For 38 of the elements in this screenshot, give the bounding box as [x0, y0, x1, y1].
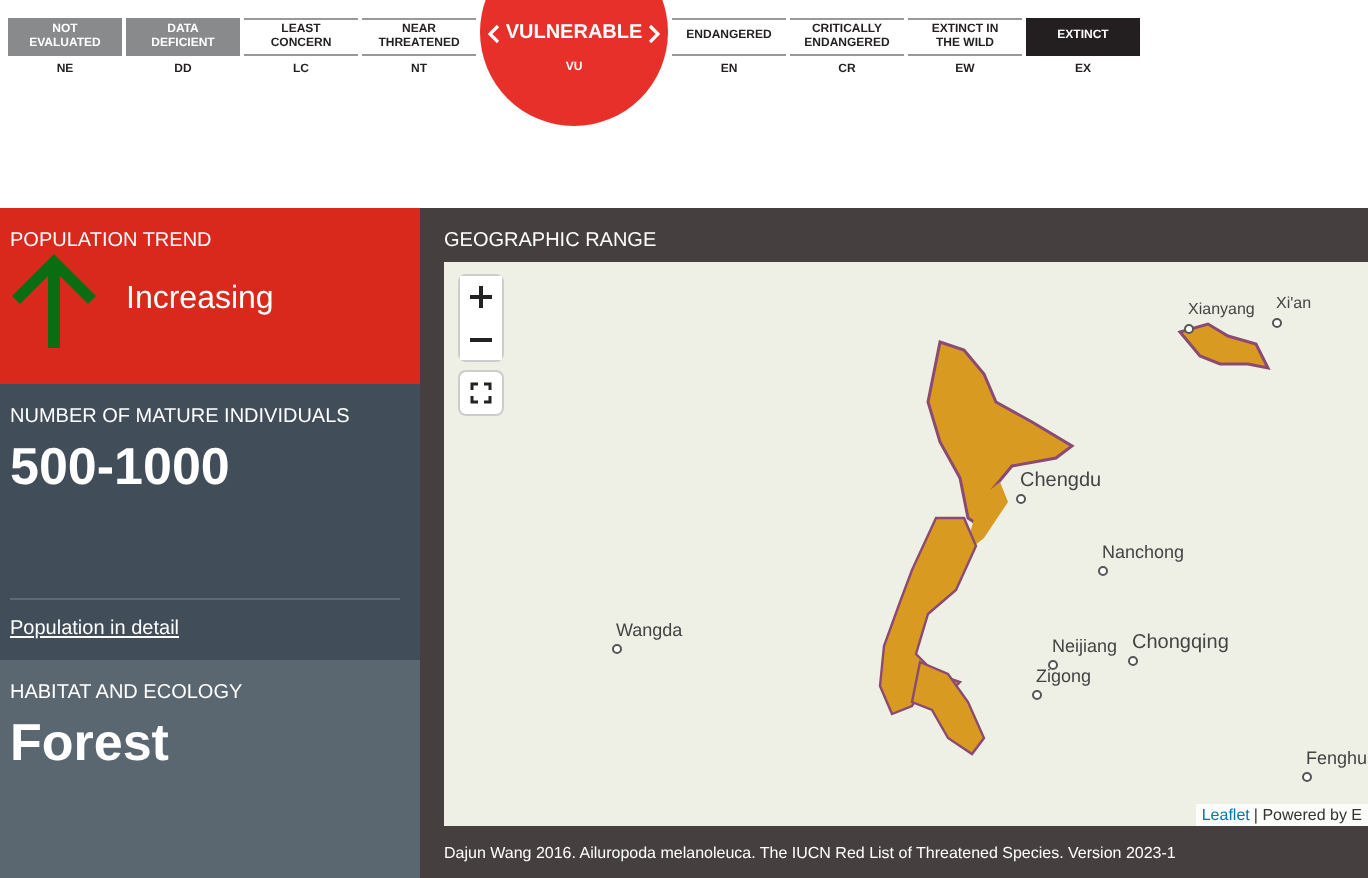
map-caption: Dajun Wang 2016. Ailuropoda melanoleuca. The IUCN Red List of Threatened Species. Version 2023-1 [444, 844, 1178, 862]
fullscreen-button[interactable] [460, 372, 502, 414]
trend-value: Increasing [126, 282, 274, 318]
section-heading: GEOGRAPHIC RANGE [444, 230, 659, 256]
place-label: Nanchong [1102, 542, 1185, 562]
place-marker-icon [1048, 660, 1058, 670]
chevron-right-icon [648, 23, 661, 43]
place-label: Neijiang [1052, 636, 1118, 656]
place-marker-icon [1128, 656, 1138, 666]
place-marker-icon [1184, 324, 1194, 334]
individuals-value: 500-1000 [10, 436, 232, 498]
place-label: Wangda [616, 620, 683, 640]
place-label: Xianyang [1188, 300, 1255, 318]
section-heading: POPULATION TREND [10, 230, 214, 252]
section-heading: NUMBER OF MATURE INDIVIDUALS [10, 406, 352, 428]
place-marker-icon [1016, 494, 1026, 504]
minus-icon [470, 337, 492, 341]
attribution-text: | Powered by E [1253, 806, 1362, 824]
fullscreen-icon [470, 382, 492, 404]
place-label: Xi'an [1276, 294, 1312, 312]
place-marker-icon [612, 644, 622, 654]
place-label: Chongqing [1132, 632, 1229, 654]
place-label: Chengdu [1020, 470, 1102, 492]
status-label: VULNERABLE [487, 22, 661, 44]
leaflet-link[interactable]: Leaflet [1201, 806, 1250, 824]
place-label: Zigong [1036, 666, 1092, 686]
place-marker-icon [1272, 318, 1282, 328]
range-map[interactable]: Xianyang Xi'an Chengdu Nanchong Neijiang Chongqing Zigong Wangda Fenghu Leaflet | Powered by E [444, 262, 1368, 826]
place-marker-icon [1098, 566, 1108, 576]
place-marker-icon [1032, 690, 1042, 700]
up-arrow-icon [10, 252, 98, 348]
plus-icon [470, 286, 492, 308]
population-detail-link[interactable]: Population in detail [10, 618, 180, 640]
section-heading: HABITAT AND ECOLOGY [10, 682, 245, 704]
habitat-value: Forest [10, 712, 171, 774]
chevron-left-icon [487, 23, 500, 43]
place-marker-icon [1302, 772, 1312, 782]
place-label: Fenghu [1306, 748, 1368, 768]
